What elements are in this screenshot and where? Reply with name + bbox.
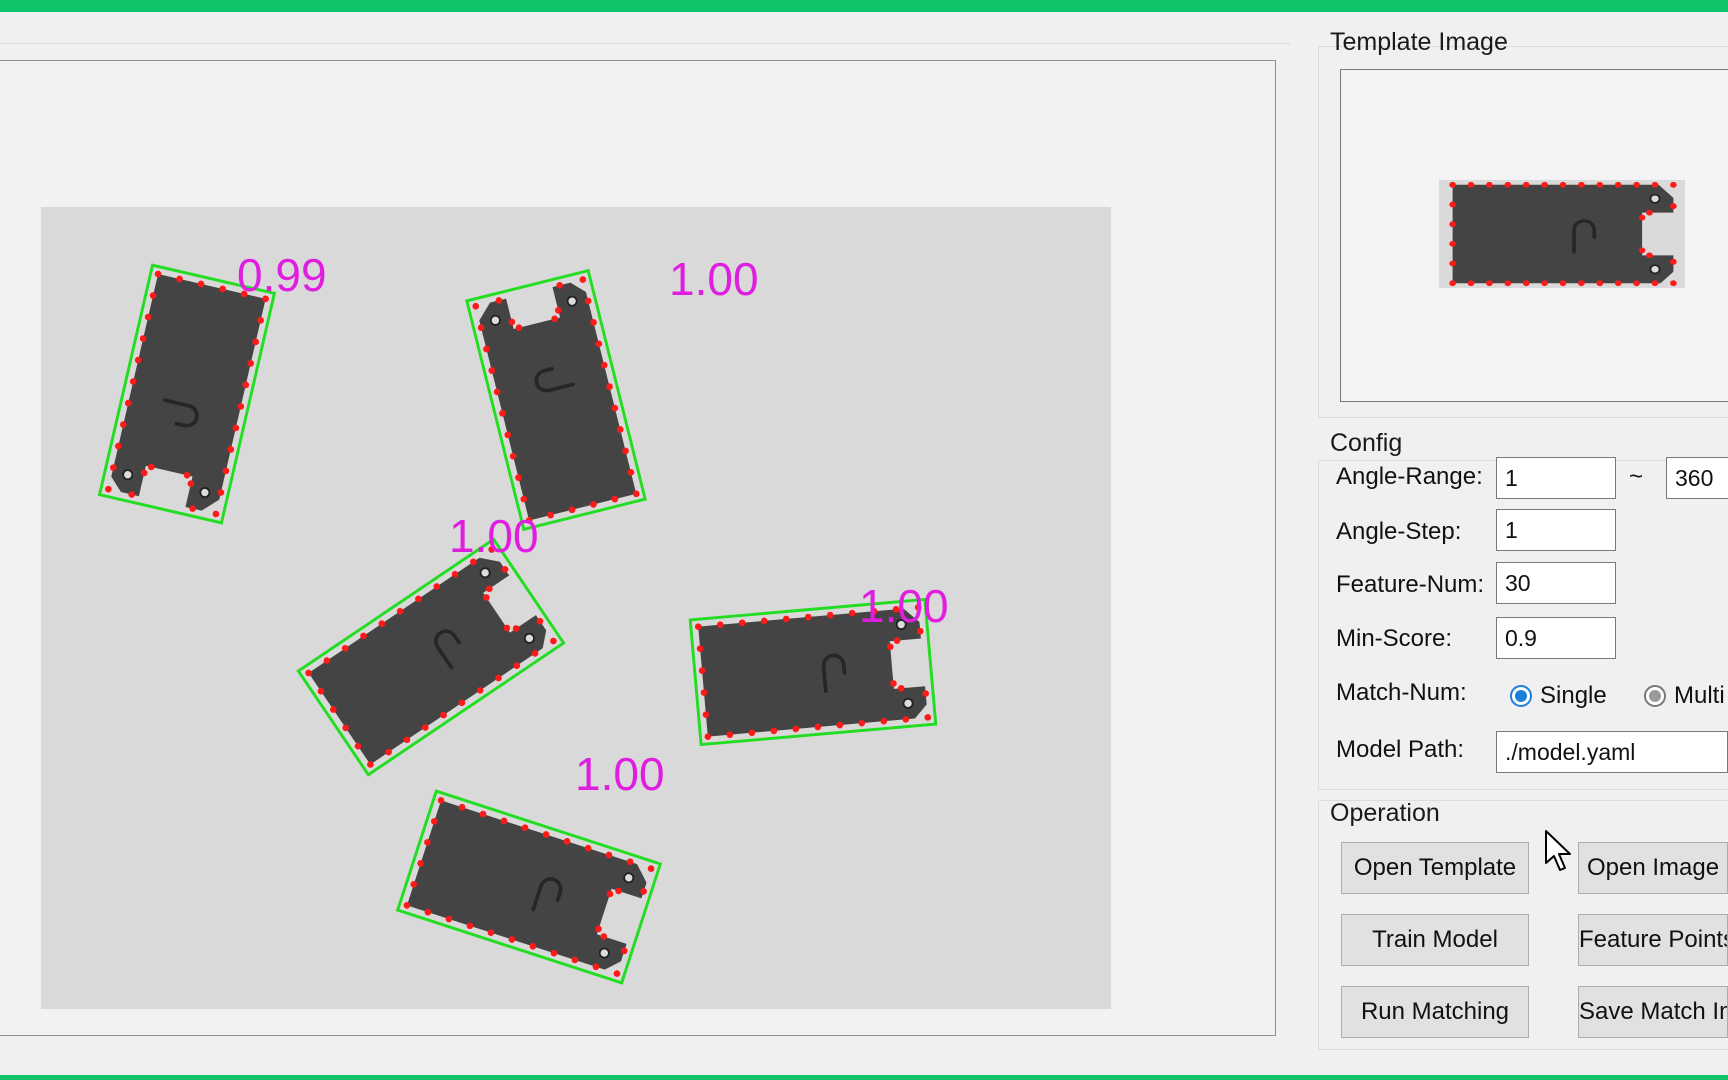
template-image-view [1340,69,1728,402]
part-body [1452,184,1674,284]
angle-max-input[interactable] [1666,457,1728,499]
feature-point [1670,280,1677,287]
run-matching-button[interactable]: Run Matching [1341,986,1529,1038]
angle-range-label: Angle-Range: [1336,463,1483,490]
feature-point [1449,201,1456,208]
feature-point [1504,280,1512,287]
part-hole [902,697,914,709]
radio-selected-icon [1510,685,1532,707]
match-num-multi-label: Multi [1674,682,1725,709]
feature-num-label: Feature-Num: [1336,571,1485,598]
match-num-single-label: Single [1540,682,1607,709]
feature-point [1541,181,1548,188]
match-num-label: Match-Num: [1336,679,1467,706]
radio-unselected-icon [1644,685,1666,707]
train-model-button[interactable]: Train Model [1341,914,1529,966]
feature-point [1578,280,1585,287]
feature-point [1504,181,1512,188]
result-image: 0.99 1.00 1.00 1.00 1.00 [41,207,1111,1009]
feature-point [1559,280,1567,287]
operation-group-title: Operation [1330,799,1440,827]
angle-range-separator: ~ [1629,463,1644,490]
model-path-input[interactable] [1496,731,1728,773]
feature-point [1646,252,1653,259]
feature-point [1522,280,1530,287]
feature-point [1651,280,1659,287]
part-hole [199,487,211,499]
feature-point [1559,181,1567,188]
feature-point [1670,181,1677,188]
feature-point [1449,280,1456,287]
config-group-title: Config [1330,429,1403,457]
feature-point [1578,181,1585,188]
result-display: 0.99 1.00 1.00 1.00 1.00 [0,60,1276,1036]
mouse-cursor-icon [1545,830,1571,871]
feature-points-button[interactable]: Feature Points [1578,914,1728,966]
open-template-button[interactable]: Open Template [1341,842,1529,894]
window-top-accent [0,0,1728,12]
feature-point [1449,221,1456,228]
feature-point [1633,181,1640,188]
feature-point [1614,181,1622,188]
feature-point [1522,181,1530,188]
feature-point [1596,280,1604,287]
match-num-single-radio[interactable]: Single [1510,682,1607,710]
min-score-label: Min-Score: [1336,625,1453,652]
feature-point [1638,247,1646,254]
match-score-label: 0.99 [237,249,327,301]
divider [0,43,1290,44]
feature-point [1646,209,1653,216]
feature-point [1467,280,1475,287]
feature-point [1670,203,1677,210]
match-num-multi-radio[interactable]: Multi [1644,682,1725,710]
model-path-label: Model Path: [1336,736,1465,763]
match-score-label: 1.00 [449,510,539,562]
feature-point [1670,258,1677,265]
feature-point [1633,280,1640,287]
feature-point [1638,214,1646,221]
feature-point [1541,280,1548,287]
feature-num-input[interactable] [1496,562,1616,604]
match-score-label: 1.00 [669,253,759,305]
feature-point [1449,260,1456,267]
match-score-label: 1.00 [575,748,665,800]
window-bottom-accent [0,1075,1728,1080]
angle-min-input[interactable] [1496,457,1616,499]
open-image-button[interactable]: Open Image [1578,842,1728,894]
template-group-title: Template Image [1330,28,1508,56]
match-score-label: 1.00 [859,580,949,632]
part-hole [122,469,134,481]
feature-point [1614,280,1622,287]
part-hole [1649,264,1661,275]
feature-point [1596,181,1604,188]
min-score-input[interactable] [1496,617,1616,659]
feature-point [1449,181,1456,188]
part-hole [1649,193,1661,204]
angle-step-label: Angle-Step: [1336,518,1462,545]
feature-point [1449,240,1456,247]
save-match-image-button[interactable]: Save Match Image [1578,986,1728,1038]
feature-point [1486,181,1493,188]
feature-point [1486,280,1493,287]
angle-step-input[interactable] [1496,509,1616,551]
feature-point [1467,181,1475,188]
template-image [1439,180,1685,288]
feature-point [1651,181,1659,188]
